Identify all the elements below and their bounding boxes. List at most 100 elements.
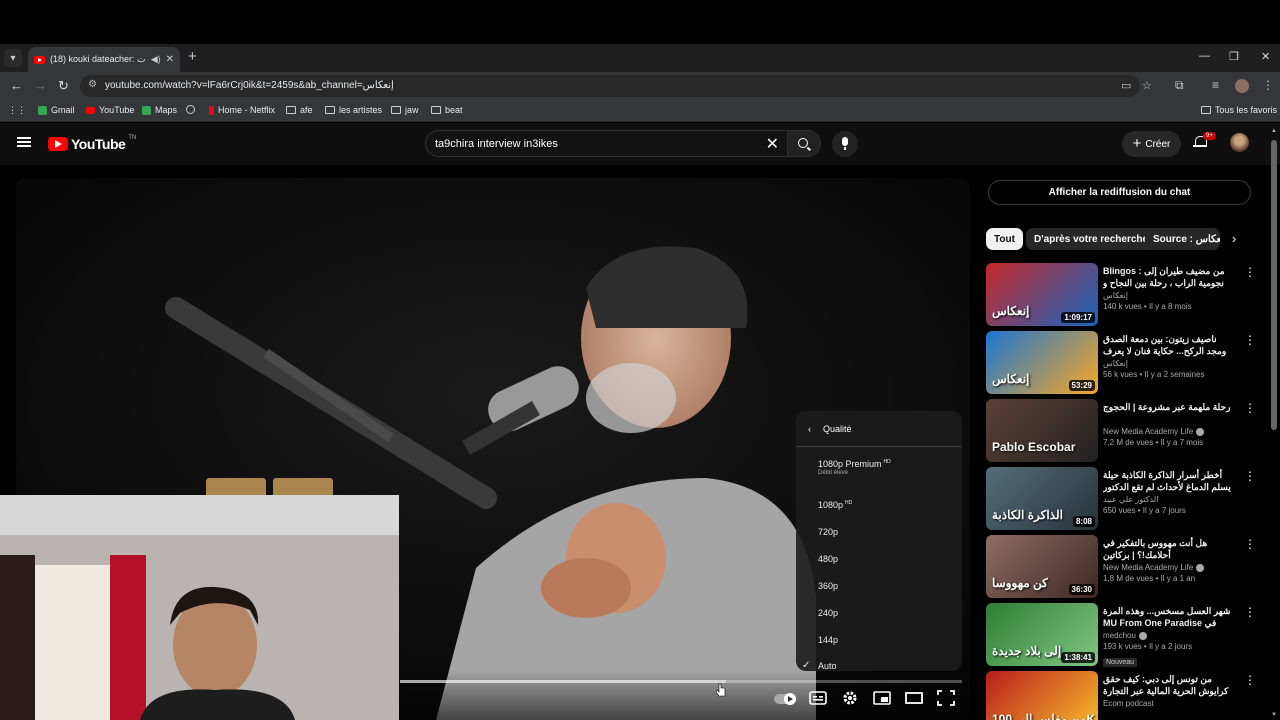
quality-option[interactable]: 720p [796, 520, 962, 544]
quality-option[interactable]: 360p [796, 574, 962, 598]
quality-option[interactable]: ✓ Auto [796, 654, 962, 678]
tab-close-icon[interactable]: ✕ [166, 54, 174, 65]
extensions-icon[interactable]: ⧉ [1175, 78, 1184, 93]
minimize-icon[interactable]: — [1199, 50, 1210, 62]
settings-gear-icon[interactable] [841, 690, 859, 706]
address-bar[interactable]: ⚙ youtube.com/watch?v=lFa6rCrj0ik&t=2459… [80, 75, 1152, 97]
quality-option[interactable]: 1080p HD [796, 493, 962, 517]
bookmark-beat[interactable]: beat [431, 105, 463, 115]
profile-avatar[interactable] [1235, 79, 1249, 93]
channel-name[interactable]: إنعكاس [1103, 291, 1128, 300]
theater-mode-icon[interactable] [905, 690, 923, 706]
create-button[interactable]: + Créer [1122, 131, 1181, 157]
window-close-icon[interactable]: ✕ [1261, 50, 1270, 63]
quality-option[interactable]: 1080p Premium HD Débit élevé [796, 455, 962, 479]
video-title[interactable]: هل أنت مهووس بالتفكير في أحلامك!؟ | بركا… [1103, 537, 1235, 561]
back-arrow-icon[interactable]: ← [10, 78, 23, 94]
clear-search-icon[interactable]: ✕ [766, 134, 779, 154]
guide-menu-icon[interactable] [17, 137, 31, 147]
video-title[interactable]: أخطر أسرار الذاكرة الكاذبة حيلة يسلم الد… [1103, 469, 1235, 493]
channel-name[interactable]: medchou [1103, 631, 1136, 640]
quality-menu-header[interactable]: ‹ Qualité [796, 411, 962, 447]
search-input[interactable]: ta9chira interview in3ikes ✕ [425, 130, 787, 157]
chip-related[interactable]: D'après votre recherche [1026, 228, 1157, 250]
more-actions-icon[interactable]: ⋮ [1244, 401, 1256, 415]
channel-name[interactable]: New Media Academy Life [1103, 427, 1193, 436]
bookmark-les-artistes[interactable]: les artistes [325, 105, 382, 115]
cast-icon[interactable]: ▭ [1121, 79, 1131, 92]
all-bookmarks[interactable]: Tous les favoris [1201, 105, 1277, 115]
channel-name[interactable]: إنعكاس [1103, 359, 1128, 368]
quality-option[interactable]: 480p [796, 547, 962, 571]
tab-audio-icon[interactable]: ◀) [151, 54, 161, 65]
video-thumbnail[interactable]: إلى بلاد جديدة 1:38:41 [986, 603, 1098, 666]
voice-search-button[interactable] [832, 131, 858, 157]
fullscreen-icon[interactable] [937, 690, 955, 706]
video-thumbnail[interactable]: كن مهووسا 36:30 [986, 535, 1098, 598]
channel-name[interactable]: الدكتور علي عبيد [1103, 495, 1158, 504]
bookmark-netflix[interactable]: Home - Netflix [209, 105, 275, 115]
recommended-video[interactable]: Pablo Escobar رحلة ملهمة عبر مشروعة | الح… [986, 399, 1258, 463]
subtitles-icon[interactable] [809, 690, 827, 706]
search-button[interactable] [787, 130, 821, 157]
progress-bar[interactable] [400, 680, 962, 683]
forward-arrow-icon[interactable]: → [34, 78, 47, 94]
quality-option[interactable]: 144p [796, 628, 962, 652]
media-control-icon[interactable]: ≡ [1212, 78, 1219, 92]
scroll-down-icon[interactable]: ▼ [1271, 712, 1277, 718]
video-title[interactable]: شهر العسل مسخس... وهذه المرة في MU From … [1103, 605, 1235, 629]
video-thumbnail[interactable]: إنعكاس 53:29 [986, 331, 1098, 394]
more-actions-icon[interactable]: ⋮ [1244, 537, 1256, 551]
restore-icon[interactable]: ❐ [1229, 50, 1239, 63]
show-chat-replay-button[interactable]: Afficher la rediffusion du chat [988, 180, 1251, 205]
scroll-up-icon[interactable]: ▲ [1271, 128, 1277, 134]
video-title[interactable]: ناصيف زيتون: بين دمعة الصدق ومجد الركح..… [1103, 333, 1235, 357]
more-actions-icon[interactable]: ⋮ [1244, 333, 1256, 347]
video-thumbnail[interactable]: الذاكرة الكاذبة 8:08 [986, 467, 1098, 530]
back-chevron-icon[interactable]: ‹ [808, 424, 811, 434]
browser-menu-icon[interactable]: ⋮ [1262, 78, 1274, 92]
bookmark-afe[interactable]: afe [286, 105, 313, 115]
youtube-logo[interactable]: YouTube TN [48, 135, 136, 152]
mouse-cursor-icon [716, 683, 726, 697]
chip-all[interactable]: Tout [986, 228, 1023, 250]
video-thumbnail[interactable]: من مفلس إلى 100K [986, 671, 1098, 720]
recommended-video[interactable]: إنعكاس 53:29 ناصيف زيتون: بين دمعة الصدق و… [986, 331, 1258, 395]
page-scrollbar[interactable] [1271, 140, 1277, 430]
video-thumbnail[interactable]: Pablo Escobar [986, 399, 1098, 462]
autoplay-toggle[interactable] [774, 693, 796, 705]
site-info-icon[interactable]: ⚙ [88, 79, 97, 90]
miniplayer-icon[interactable] [873, 690, 891, 706]
channel-name[interactable]: Ecom podcast [1103, 699, 1154, 708]
more-actions-icon[interactable]: ⋮ [1244, 673, 1256, 687]
browser-tab[interactable]: (18) kouki dateacher: أرشيفات ◀) ✕ [28, 47, 180, 72]
more-actions-icon[interactable]: ⋮ [1244, 265, 1256, 279]
video-title[interactable]: Blingos : من مضيف طيران إلى نجومية الراب… [1103, 265, 1235, 289]
more-actions-icon[interactable]: ⋮ [1244, 605, 1256, 619]
quality-option-subtitle: Débit élevé [818, 469, 849, 476]
quality-option[interactable]: 240p [796, 601, 962, 625]
bookmark-youtube[interactable]: YouTube [86, 105, 134, 115]
bookmark-gmail[interactable]: Gmail [38, 105, 75, 115]
bookmark-maps[interactable]: Maps [142, 105, 177, 115]
recommended-video[interactable]: إلى بلاد جديدة 1:38:41 شهر العسل مسخس... و… [986, 603, 1258, 667]
apps-icon[interactable]: ⋮⋮ [8, 105, 26, 116]
reload-icon[interactable]: ↻ [58, 78, 69, 94]
chevron-right-icon[interactable]: › [1232, 231, 1236, 246]
recommended-video[interactable]: كن مهووسا 36:30 هل أنت مهووس بالتفكير في أ… [986, 535, 1258, 599]
tab-search-icon[interactable]: ▾ [4, 49, 22, 67]
bookmark-star-icon[interactable]: ☆ [1142, 79, 1152, 92]
more-actions-icon[interactable]: ⋮ [1244, 469, 1256, 483]
new-tab-button[interactable]: + [188, 49, 197, 65]
bookmark-globe[interactable] [186, 105, 195, 114]
bookmark-jaw[interactable]: jaw [391, 105, 419, 115]
channel-name[interactable]: New Media Academy Life [1103, 563, 1193, 572]
video-title[interactable]: من تونس إلى دبي: كيف حقق كرايوش الحرية ا… [1103, 673, 1235, 697]
recommended-video[interactable]: الذاكرة الكاذبة 8:08 أخطر أسرار الذاكرة ال… [986, 467, 1258, 531]
recommended-video[interactable]: إنعكاس 1:09:17 Blingos : من مضيف طيران إلى… [986, 263, 1258, 327]
video-title[interactable]: رحلة ملهمة عبر مشروعة | الحجوج [1103, 401, 1235, 425]
recommended-video[interactable]: من مفلس إلى 100K من تونس إلى دبي: كيف حقق… [986, 671, 1258, 720]
account-avatar[interactable] [1230, 133, 1249, 152]
video-thumbnail[interactable]: إنعكاس 1:09:17 [986, 263, 1098, 326]
chip-source[interactable]: Source : إنعكاس [1145, 228, 1220, 250]
